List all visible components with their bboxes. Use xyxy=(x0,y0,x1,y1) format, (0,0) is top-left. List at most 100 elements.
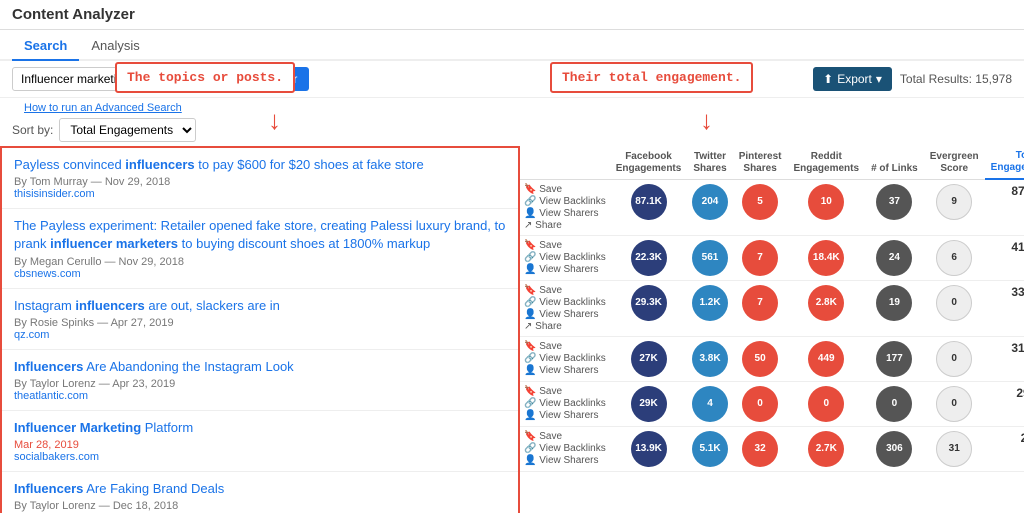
reddit-circle: 2.8K xyxy=(808,285,844,321)
pinterest-circle: 7 xyxy=(742,240,778,276)
save-link[interactable]: 🔖 Save xyxy=(524,240,606,251)
reddit-circle: 10 xyxy=(808,184,844,220)
sharers-link[interactable]: 👤 View Sharers xyxy=(524,410,606,421)
article-meta: By Rosie Spinks — Apr 27, 2019 xyxy=(14,317,506,329)
article-source[interactable]: theatlantic.com xyxy=(14,390,506,402)
facebook-circle: 29.3K xyxy=(631,285,667,321)
evergreen-circle: 9 xyxy=(936,184,972,220)
evergreen-circle: 6 xyxy=(936,240,972,276)
col-pinterest: PinterestShares xyxy=(733,146,788,179)
article-source[interactable]: socialbakers.com xyxy=(14,451,506,463)
metrics-table: FacebookEngagements TwitterShares Pinter… xyxy=(520,146,1024,472)
twitter-circle: 5.1K xyxy=(692,431,728,467)
action-links: 🔖 Save 🔗 View Backlinks 👤 View Sharers xyxy=(524,341,606,376)
article-title[interactable]: Influencer Marketing Platform xyxy=(14,419,506,437)
links-circle: 37 xyxy=(876,184,912,220)
backlinks-link[interactable]: 🔗 View Backlinks xyxy=(524,398,606,409)
share-link[interactable]: ↗ Share xyxy=(524,321,606,332)
evergreen-circle: 0 xyxy=(936,386,972,422)
sharers-link[interactable]: 👤 View Sharers xyxy=(524,208,606,219)
reddit-circle: 0 xyxy=(808,386,844,422)
share-link[interactable]: ↗ Share xyxy=(524,220,606,231)
article-source[interactable]: cbsnews.com xyxy=(14,268,506,280)
backlinks-link[interactable]: 🔗 View Backlinks xyxy=(524,443,606,454)
backlinks-link[interactable]: 🔗 View Backlinks xyxy=(524,196,606,207)
save-link[interactable]: 🔖 Save xyxy=(524,184,606,195)
article-meta: By Taylor Lorenz — Dec 18, 2018 xyxy=(14,500,506,512)
col-total: TotalEngagements ↓ xyxy=(985,146,1024,179)
annotation-engagement: Their total engagement. xyxy=(550,62,753,93)
save-link[interactable]: 🔖 Save xyxy=(524,386,606,397)
sharers-link[interactable]: 👤 View Sharers xyxy=(524,365,606,376)
article-item: Influencers Are Abandoning the Instagram… xyxy=(2,350,518,411)
pinterest-circle: 5 xyxy=(742,184,778,220)
article-title[interactable]: Instagram influencers are out, slackers … xyxy=(14,297,506,315)
facebook-circle: 22.3K xyxy=(631,240,667,276)
article-meta: By Tom Murray — Nov 29, 2018 xyxy=(14,176,506,188)
export-chevron-icon: ▾ xyxy=(876,72,882,86)
article-source[interactable]: qz.com xyxy=(14,329,506,341)
twitter-circle: 1.2K xyxy=(692,285,728,321)
article-item: Instagram influencers are out, slackers … xyxy=(2,289,518,350)
total-results: Total Results: 15,978 xyxy=(900,72,1012,86)
export-button[interactable]: ⬆ Export ▾ xyxy=(813,67,892,91)
sharers-link[interactable]: 👤 View Sharers xyxy=(524,264,606,275)
backlinks-link[interactable]: 🔗 View Backlinks xyxy=(524,297,606,308)
facebook-circle: 87.1K xyxy=(631,184,667,220)
advanced-search-link[interactable]: How to run an Advanced Search xyxy=(12,102,194,114)
page-title: Content Analyzer xyxy=(12,6,135,23)
pinterest-circle: 32 xyxy=(742,431,778,467)
save-link[interactable]: 🔖 Save xyxy=(524,285,606,296)
evergreen-circle: 31 xyxy=(936,431,972,467)
save-link[interactable]: 🔖 Save xyxy=(524,341,606,352)
facebook-circle: 29K xyxy=(631,386,667,422)
tab-search[interactable]: Search xyxy=(12,32,79,61)
article-meta: By Taylor Lorenz — Apr 23, 2019 xyxy=(14,378,506,390)
evergreen-circle: 0 xyxy=(936,285,972,321)
backlinks-link[interactable]: 🔗 View Backlinks xyxy=(524,252,606,263)
table-row: 🔖 Save 🔗 View Backlinks 👤 View Sharers ↗… xyxy=(520,280,1024,336)
total-value: 87.4K xyxy=(1011,184,1024,198)
backlinks-link[interactable]: 🔗 View Backlinks xyxy=(524,353,606,364)
links-circle: 177 xyxy=(876,341,912,377)
article-title[interactable]: Influencers Are Abandoning the Instagram… xyxy=(14,358,506,376)
sharers-link[interactable]: 👤 View Sharers xyxy=(524,455,606,466)
main-content: Payless convinced influencers to pay $60… xyxy=(0,146,1024,513)
col-facebook: FacebookEngagements xyxy=(610,146,688,179)
article-item: Payless convinced influencers to pay $60… xyxy=(2,148,518,209)
sort-select[interactable]: Total Engagements xyxy=(59,118,196,142)
links-circle: 19 xyxy=(876,285,912,321)
tabs-bar: Search Analysis xyxy=(0,32,1024,61)
pinterest-circle: 7 xyxy=(742,285,778,321)
sharers-link[interactable]: 👤 View Sharers xyxy=(524,309,606,320)
metrics-panel: FacebookEngagements TwitterShares Pinter… xyxy=(520,146,1024,513)
col-twitter: TwitterShares xyxy=(687,146,732,179)
col-actions xyxy=(520,146,610,179)
action-links: 🔖 Save 🔗 View Backlinks 👤 View Sharers xyxy=(524,386,606,421)
annotation-topics: The topics or posts. xyxy=(115,62,295,93)
sort-bar: Sort by: Total Engagements xyxy=(0,114,1024,146)
article-title[interactable]: Payless convinced influencers to pay $60… xyxy=(14,156,506,174)
export-label: Export xyxy=(837,72,872,86)
links-circle: 24 xyxy=(876,240,912,276)
reddit-circle: 18.4K xyxy=(808,240,844,276)
article-source[interactable]: thisisinsider.com xyxy=(14,188,506,200)
total-value: 41.2K xyxy=(1011,240,1024,254)
twitter-circle: 561 xyxy=(692,240,728,276)
table-row: 🔖 Save 🔗 View Backlinks 👤 View Sharers 1… xyxy=(520,426,1024,471)
table-row: 🔖 Save 🔗 View Backlinks 👤 View Sharers 2… xyxy=(520,235,1024,280)
save-link[interactable]: 🔖 Save xyxy=(524,431,606,442)
reddit-circle: 2.7K xyxy=(808,431,844,467)
action-links: 🔖 Save 🔗 View Backlinks 👤 View Sharers ↗… xyxy=(524,285,606,332)
article-meta: By Megan Cerullo — Nov 29, 2018 xyxy=(14,256,506,268)
article-item: Influencer Marketing Platform Mar 28, 20… xyxy=(2,411,518,472)
table-row: 🔖 Save 🔗 View Backlinks 👤 View Sharers ↗… xyxy=(520,179,1024,235)
article-title[interactable]: The Payless experiment: Retailer opened … xyxy=(14,217,506,253)
action-links: 🔖 Save 🔗 View Backlinks 👤 View Sharers xyxy=(524,240,606,275)
links-circle: 306 xyxy=(876,431,912,467)
action-links: 🔖 Save 🔗 View Backlinks 👤 View Sharers xyxy=(524,431,606,466)
action-links: 🔖 Save 🔗 View Backlinks 👤 View Sharers ↗… xyxy=(524,184,606,231)
article-title[interactable]: Influencers Are Faking Brand Deals xyxy=(14,480,506,498)
article-item: Influencers Are Faking Brand Deals By Ta… xyxy=(2,472,518,513)
tab-analysis[interactable]: Analysis xyxy=(79,32,151,61)
